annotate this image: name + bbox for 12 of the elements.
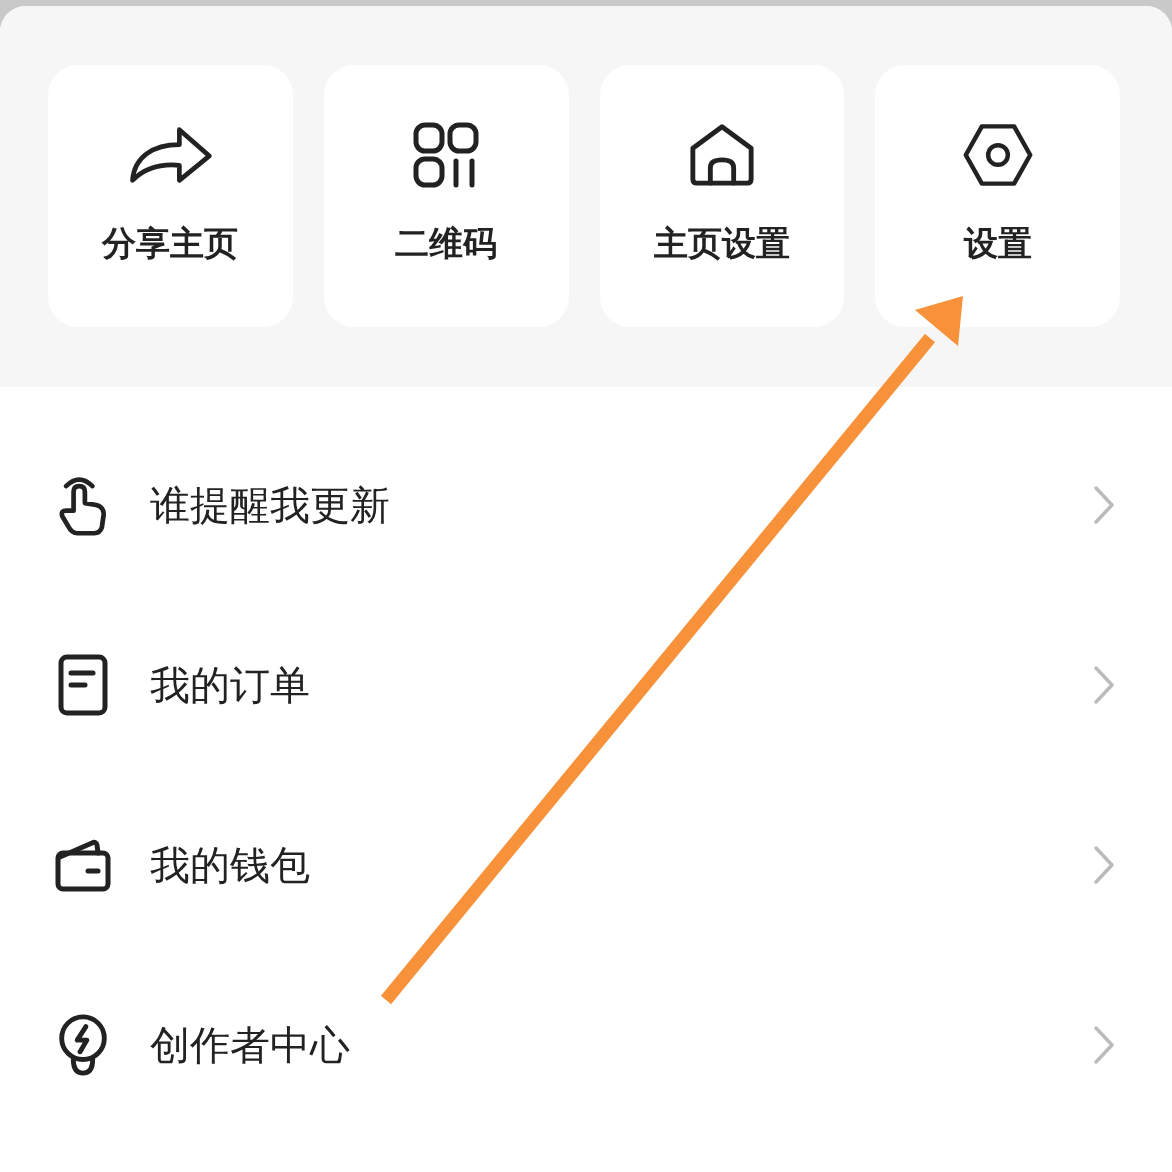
quick-action-card[interactable]: 主页设置 [599,65,845,327]
chevron-right-icon [1092,485,1116,525]
chevron-right-icon [1092,1025,1116,1065]
quick-action-card[interactable]: 二维码 [323,65,569,327]
quick-action-card[interactable]: 设置 [875,65,1120,327]
chevron-right-icon [1092,665,1116,705]
chevron-right-icon [1092,845,1116,885]
menu-item[interactable]: 创作者中心 [150,1017,350,1073]
menu-item[interactable]: 我的钱包 [150,837,310,893]
menu-item[interactable]: 我的订单 [150,657,310,713]
quick-action-card[interactable]: 分享主页 [48,65,293,327]
menu-item[interactable]: 谁提醒我更新 [150,477,390,533]
